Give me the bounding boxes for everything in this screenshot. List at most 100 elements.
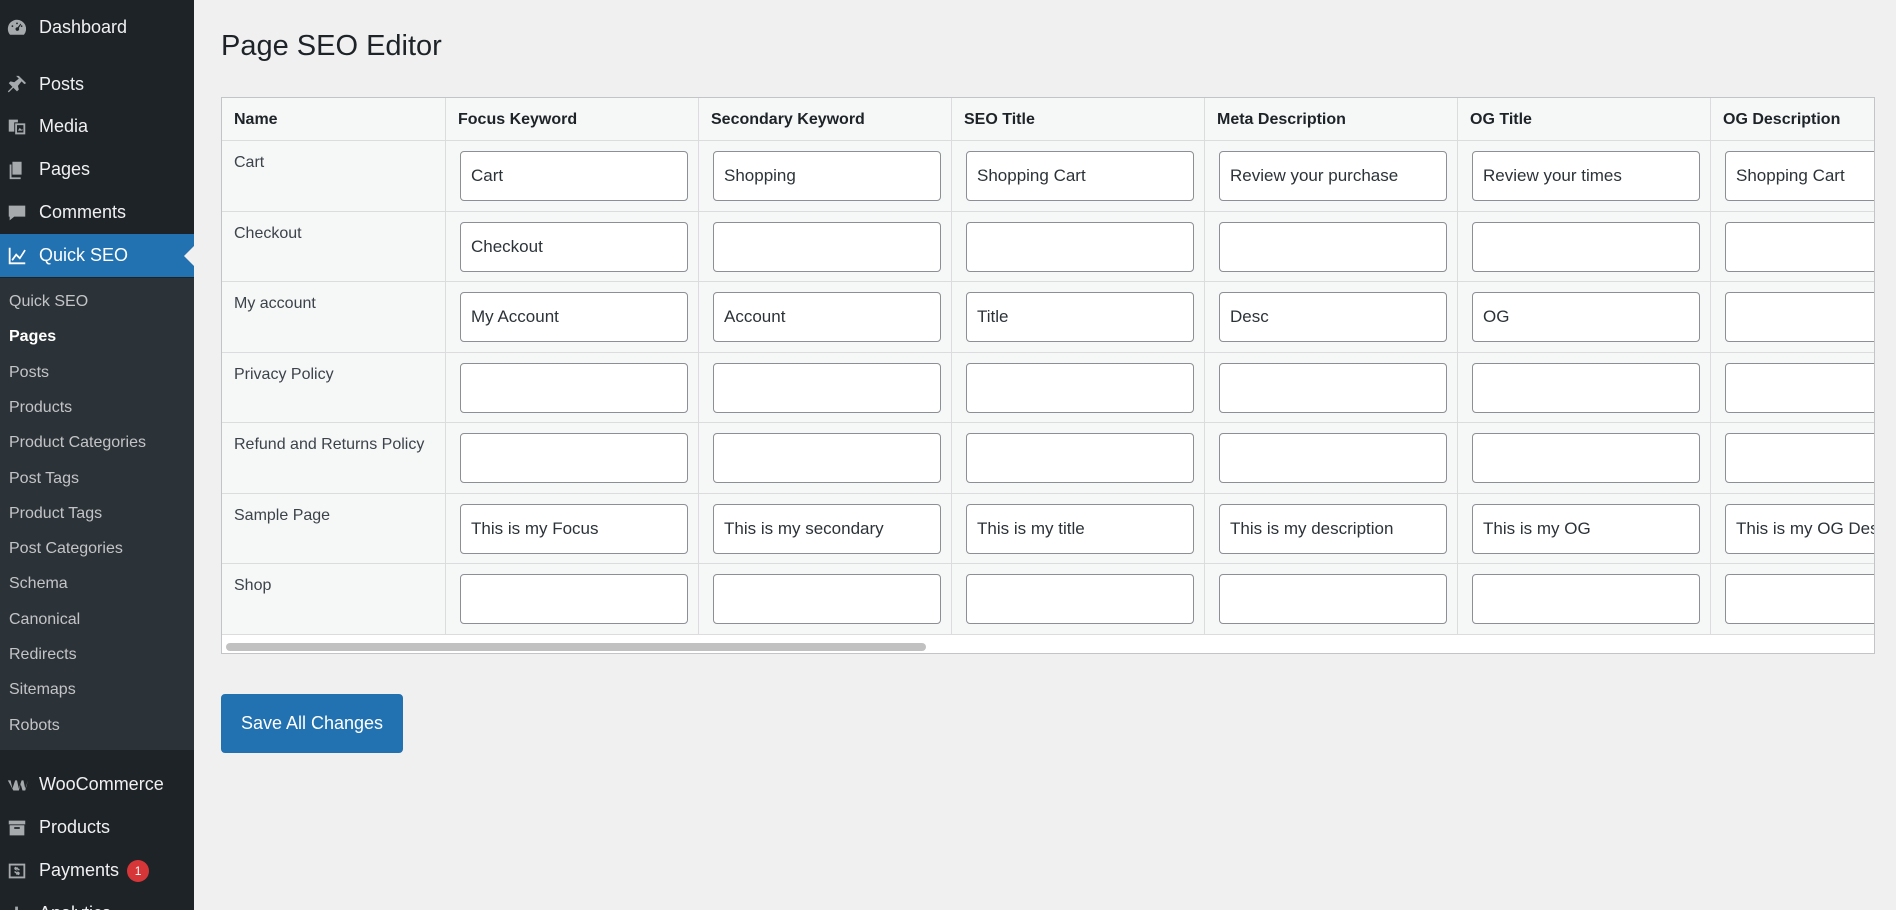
menu-item-media[interactable]: Media [0, 105, 194, 148]
menu-item-analytics[interactable]: Analytics [0, 892, 194, 910]
submenu-item-product-categories[interactable]: Product Categories [9, 430, 146, 456]
menu-item-woocommerce[interactable]: WooCommerce [0, 763, 194, 806]
focus-keyword-input[interactable] [460, 292, 688, 342]
table-cell [699, 282, 952, 353]
og-description-input[interactable] [1725, 433, 1874, 483]
submenu-item-product-tags[interactable]: Product Tags [9, 501, 102, 527]
submenu-item-post-categories[interactable]: Post Categories [9, 536, 123, 562]
og-description-input[interactable] [1725, 503, 1874, 554]
admin-sidebar: Dashboard Posts Media Pages Comments Quick SE… [0, 0, 194, 910]
table-cell [699, 211, 952, 282]
submenu-item-canonical[interactable]: Canonical [9, 607, 80, 633]
row-name-cell: Cart [222, 141, 446, 212]
secondary-keyword-input[interactable] [713, 362, 941, 413]
og-description-input[interactable] [1725, 574, 1874, 624]
submenu-item-schema[interactable]: Schema [9, 571, 68, 597]
payments-icon [5, 859, 29, 883]
scrollbar-thumb[interactable] [226, 643, 926, 651]
focus-keyword-input[interactable] [460, 221, 688, 272]
meta-description-input[interactable] [1219, 362, 1447, 413]
menu-item-label: Pages [39, 159, 91, 179]
horizontal-scrollbar[interactable] [222, 639, 1874, 653]
meta-description-input[interactable] [1219, 433, 1447, 483]
active-arrow [184, 245, 194, 266]
table-cell [952, 211, 1205, 282]
focus-keyword-input[interactable] [460, 503, 688, 554]
secondary-keyword-input[interactable] [713, 433, 941, 483]
meta-description-input[interactable] [1219, 221, 1447, 272]
secondary-keyword-input[interactable] [713, 574, 941, 624]
seo-title-input[interactable] [966, 221, 1194, 272]
meta-description-input[interactable] [1219, 292, 1447, 342]
table-cell [1458, 211, 1711, 282]
menu-item-comments[interactable]: Comments [0, 191, 194, 234]
column-header: Name [222, 98, 446, 141]
meta-description-input[interactable] [1219, 151, 1447, 201]
table-cell [1458, 141, 1711, 212]
og-title-input[interactable] [1472, 433, 1700, 483]
submenu-item-pages[interactable]: Pages [9, 324, 56, 350]
secondary-keyword-input[interactable] [713, 292, 941, 342]
og-title-input[interactable] [1472, 362, 1700, 413]
table-cell [699, 493, 952, 564]
submenu-item-sitemaps[interactable]: Sitemaps [9, 677, 76, 703]
seo-title-input[interactable] [966, 503, 1194, 554]
table-cell [699, 423, 952, 494]
focus-keyword-input[interactable] [460, 574, 688, 624]
table-cell [1458, 564, 1711, 635]
seo-title-input[interactable] [966, 433, 1194, 483]
menu-item-pages[interactable]: Pages [0, 148, 194, 191]
menu-item-label: Products [39, 817, 111, 837]
table-cell [1711, 493, 1874, 564]
row-name-cell: Privacy Policy [222, 352, 446, 423]
table-cell [952, 423, 1205, 494]
og-title-input[interactable] [1472, 151, 1700, 201]
focus-keyword-input[interactable] [460, 362, 688, 413]
table-cell [952, 352, 1205, 423]
menu-item-quick-seo[interactable]: Quick SEO [0, 234, 194, 277]
menu-item-products[interactable]: Products [0, 806, 194, 849]
table-cell [446, 493, 699, 564]
submenu-item-quick-seo[interactable]: Quick SEO [9, 289, 88, 315]
media-icon [5, 115, 29, 139]
menu-item-label: WooCommerce [39, 774, 164, 794]
table-cell [952, 564, 1205, 635]
submenu-item-post-tags[interactable]: Post Tags [9, 466, 79, 492]
column-header: Meta Description [1205, 98, 1458, 141]
submenu-item-posts[interactable]: Posts [9, 360, 49, 386]
og-description-input[interactable] [1725, 362, 1874, 413]
table-cell [1458, 493, 1711, 564]
table-cell [699, 352, 952, 423]
og-description-input[interactable] [1725, 151, 1874, 201]
table-cell [446, 423, 699, 494]
secondary-keyword-input[interactable] [713, 151, 941, 201]
focus-keyword-input[interactable] [460, 433, 688, 483]
menu-item-payments[interactable]: Payments 1 [0, 849, 194, 892]
og-description-input[interactable] [1725, 292, 1874, 342]
table-cell [446, 211, 699, 282]
seo-title-input[interactable] [966, 574, 1194, 624]
table-cell [699, 564, 952, 635]
og-title-input[interactable] [1472, 574, 1700, 624]
seo-title-input[interactable] [966, 292, 1194, 342]
meta-description-input[interactable] [1219, 503, 1447, 554]
submenu-item-redirects[interactable]: Redirects [9, 642, 77, 668]
submenu-item-products[interactable]: Products [9, 395, 72, 421]
seo-title-input[interactable] [966, 362, 1194, 413]
og-title-input[interactable] [1472, 292, 1700, 342]
submenu-item-robots[interactable]: Robots [9, 713, 60, 739]
og-description-input[interactable] [1725, 221, 1874, 272]
table-cell [446, 564, 699, 635]
focus-keyword-input[interactable] [460, 151, 688, 201]
meta-description-input[interactable] [1219, 574, 1447, 624]
og-title-input[interactable] [1472, 221, 1700, 272]
menu-item-label: Payments [39, 860, 120, 880]
secondary-keyword-input[interactable] [713, 221, 941, 272]
seo-table: Name Focus Keyword Secondary Keyword SEO Ti… [221, 97, 1875, 654]
menu-item-dashboard[interactable]: Dashboard [0, 6, 194, 49]
seo-title-input[interactable] [966, 151, 1194, 201]
menu-item-posts[interactable]: Posts [0, 63, 194, 106]
save-all-changes-button[interactable]: Save All Changes [221, 694, 403, 753]
og-title-input[interactable] [1472, 503, 1700, 554]
secondary-keyword-input[interactable] [713, 503, 941, 554]
